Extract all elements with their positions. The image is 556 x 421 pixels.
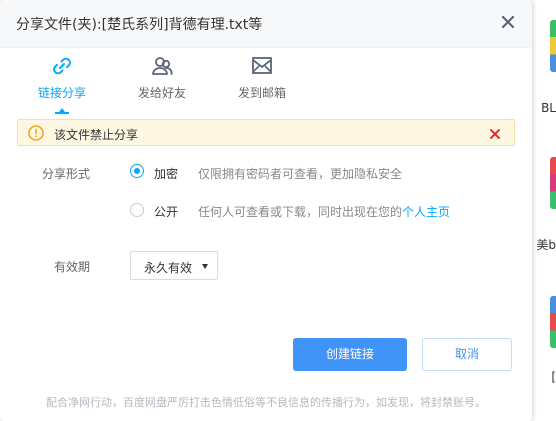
- background-file-name: [: [551, 370, 556, 384]
- option-public-desc: 任何人可查看或下载，同时出现在您的个人主页: [198, 203, 450, 220]
- background-file-name: BL: [541, 101, 556, 115]
- share-tabs: 链接分享 发给好友 发到邮箱: [0, 48, 532, 114]
- option-encrypted-label[interactable]: 加密: [154, 165, 178, 182]
- share-type-label: 分享形式: [42, 167, 91, 181]
- option-public-label[interactable]: 公开: [154, 203, 178, 220]
- mail-icon: [249, 54, 275, 78]
- warning-text: 该文件禁止分享: [54, 128, 139, 142]
- caret-down-icon: [202, 264, 208, 269]
- validity-value: 永久有效: [144, 261, 193, 275]
- tab-send-friend[interactable]: 发给好友: [112, 48, 212, 114]
- personal-homepage-link[interactable]: 个人主页: [402, 205, 450, 219]
- close-icon[interactable]: [488, 126, 502, 140]
- dialog-title: 分享文件(夹):[楚氏系列]背德有理.txt等: [16, 17, 263, 33]
- validity-label: 有效期: [54, 260, 91, 274]
- option-public-desc-text: 任何人可查看或下载，同时出现在您的: [198, 205, 403, 219]
- close-icon[interactable]: [498, 12, 518, 32]
- file-thumbnail: [550, 157, 556, 209]
- radio-encrypted[interactable]: [130, 164, 144, 178]
- friends-icon: [149, 54, 175, 78]
- validity-select[interactable]: 永久有效: [130, 251, 218, 280]
- tab-send-mail[interactable]: 发到邮箱: [212, 48, 312, 114]
- share-dialog: 分享文件(夹):[楚氏系列]背德有理.txt等 链接分享 发给好友 发到邮箱 该…: [0, 0, 532, 421]
- radio-public[interactable]: [130, 203, 144, 217]
- file-thumbnail: [550, 20, 556, 72]
- active-tab-indicator: [55, 108, 69, 114]
- background-file-name: 美b: [536, 238, 556, 252]
- file-thumbnail: [550, 296, 556, 348]
- warning-icon: [28, 125, 44, 141]
- cancel-button[interactable]: 取消: [422, 338, 512, 371]
- footer-note: 配合净网行动，百度网盘严厉打击色情低俗等不良信息的传播行为，如发现，将封禁账号。: [46, 396, 486, 409]
- tab-label: 链接分享: [37, 86, 86, 100]
- link-icon: [49, 54, 75, 78]
- option-encrypted-desc: 仅限拥有密码者可查看，更加隐私安全: [198, 167, 403, 181]
- tab-link-share[interactable]: 链接分享: [12, 48, 112, 114]
- dialog-header: 分享文件(夹):[楚氏系列]背德有理.txt等: [0, 0, 532, 48]
- tab-label: 发到邮箱: [237, 86, 286, 100]
- warning-banner: 该文件禁止分享: [17, 119, 515, 146]
- create-link-button[interactable]: 创建链接: [293, 338, 407, 371]
- tab-label: 发给好友: [137, 86, 186, 100]
